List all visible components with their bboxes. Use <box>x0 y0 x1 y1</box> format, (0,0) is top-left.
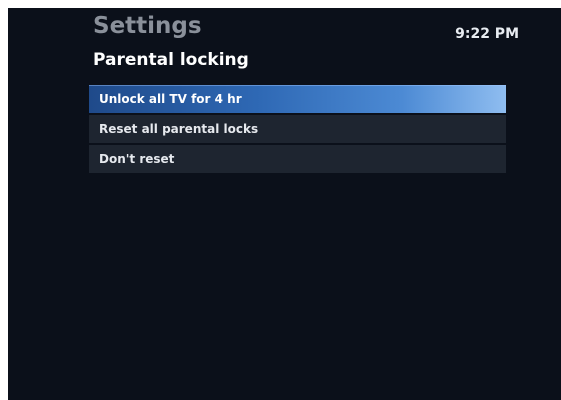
parental-locking-menu: Unlock all TV for 4 hr Reset all parenta… <box>89 85 506 175</box>
menu-item-dont-reset[interactable]: Don't reset <box>89 145 506 173</box>
clock: 9:22 PM <box>455 26 519 42</box>
app-title: Settings <box>93 13 202 39</box>
page-title: Parental locking <box>93 50 249 70</box>
menu-item-reset-parental-locks[interactable]: Reset all parental locks <box>89 115 506 143</box>
media-center-screen: Settings 9:22 PM Parental locking Unlock… <box>8 8 561 400</box>
menu-item-unlock-all-tv[interactable]: Unlock all TV for 4 hr <box>89 85 506 113</box>
